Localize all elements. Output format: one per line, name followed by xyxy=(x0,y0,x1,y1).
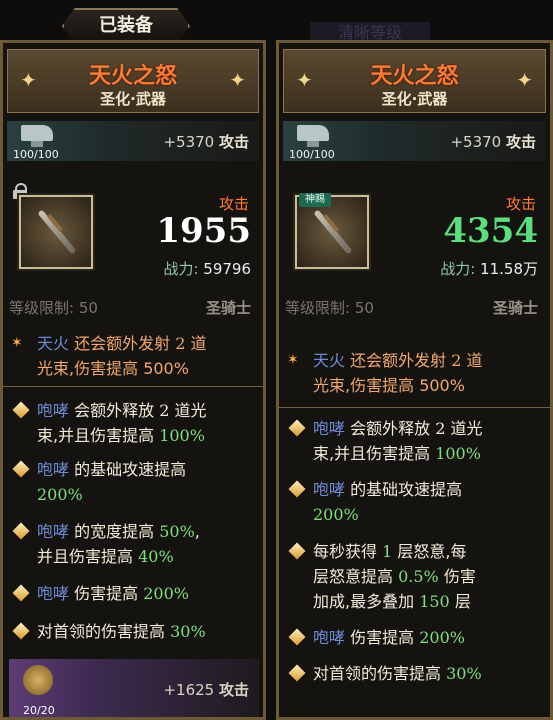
item-header: ✦ ✦ 天火之怒 圣化·武器 xyxy=(283,49,546,113)
divider xyxy=(3,386,263,387)
attack-value: 1955 xyxy=(156,211,251,251)
blessed-badge: 神赐 xyxy=(299,193,331,207)
equipped-tab[interactable]: 已装备 xyxy=(62,8,190,44)
item-subtitle: 圣化·武器 xyxy=(100,90,166,108)
star-effect: ✶ 天火 还会额外发射 2 道光束,伤害提高 500% xyxy=(11,331,259,381)
star-icon: ✶ xyxy=(11,335,23,351)
effect-item: 咆哮 伤害提高 200% xyxy=(11,581,259,606)
diamond-icon xyxy=(12,460,30,478)
diamond-icon xyxy=(12,401,30,419)
diamond-icon xyxy=(12,622,30,640)
combat-power: 战力: 59796 xyxy=(163,260,251,278)
item-header: ✦ ✦ 天火之怒 圣化·武器 xyxy=(7,49,259,113)
effect-item: 对首领的伤害提高 30% xyxy=(11,619,259,644)
diamond-icon xyxy=(12,584,30,602)
enhance-count: 100/100 xyxy=(13,148,59,161)
item-subtitle: 圣化·武器 xyxy=(381,90,448,108)
star-effect: ✶ 天火 还会额外发射 2 道光束,伤害提高 500% xyxy=(287,348,546,398)
diamond-icon xyxy=(288,419,306,437)
hand-icon xyxy=(23,665,53,695)
effect-item: 每秒获得 1 层怒意,每 层怒意提高 0.5% 伤害 加成,最多叠加 150 层 xyxy=(287,539,546,614)
diamond-icon xyxy=(288,542,306,560)
effect-item: 咆哮 的基础攻速提高 200% xyxy=(11,457,259,507)
enhance-row: 100/100 +5370 攻击 xyxy=(7,121,259,161)
effect-item: 咆哮 的基础攻速提高 200% xyxy=(287,477,546,527)
level-label: 等级限制: xyxy=(9,299,75,317)
enhance-bonus: +5370 攻击 xyxy=(163,133,249,151)
enhance-row: 100/100 +5370 攻击 xyxy=(283,121,546,161)
compare-item-panel: ✦ ✦ 天火之怒 圣化·武器 100/100 +5370 攻击 神赐 攻击 43… xyxy=(276,40,553,720)
divider xyxy=(279,407,550,408)
effect-item: 咆哮 会额外释放 2 道光 束,并且伤害提高 100% xyxy=(287,416,546,466)
enhance-bonus: +5370 攻击 xyxy=(450,133,536,151)
diamond-icon xyxy=(288,628,306,646)
diamond-icon xyxy=(288,480,306,498)
star-icon: ✶ xyxy=(287,352,299,368)
level-value: 50 xyxy=(354,299,374,317)
class-label: 圣骑士 xyxy=(492,299,538,317)
purple-bonus: +1625 攻击 xyxy=(163,681,249,699)
effect-item: 咆哮 伤害提高 200% xyxy=(287,625,546,650)
level-row: 等级限制: 50 圣骑士 xyxy=(9,297,251,318)
effect-item: 咆哮 会额外释放 2 道光 束,并且伤害提高 100% xyxy=(11,398,259,448)
diamond-icon xyxy=(288,664,306,682)
class-label: 圣骑士 xyxy=(205,299,251,317)
attack-value: 4354 xyxy=(443,211,538,251)
combat-power: 战力: 11.58万 xyxy=(440,260,538,278)
effect-item: 咆哮 的宽度提高 50%, 并且伤害提高 40% xyxy=(11,519,259,569)
weapon-icon[interactable] xyxy=(19,195,93,269)
level-row: 等级限制: 50 圣骑士 xyxy=(285,297,538,318)
level-value: 50 xyxy=(78,299,98,317)
purple-enhance-row: 20/20 +1625 攻击 xyxy=(9,659,259,717)
enhance-count: 100/100 xyxy=(289,148,335,161)
diamond-icon xyxy=(12,522,30,540)
level-label: 等级限制: xyxy=(285,299,351,317)
effect-item: 对首领的伤害提高 30% xyxy=(287,661,546,686)
equipped-item-panel: ✦ ✦ 天火之怒 圣化·武器 100/100 +5370 攻击 攻击 1955 … xyxy=(0,40,266,720)
item-name: 天火之怒 xyxy=(370,64,459,89)
item-name: 天火之怒 xyxy=(88,64,177,89)
